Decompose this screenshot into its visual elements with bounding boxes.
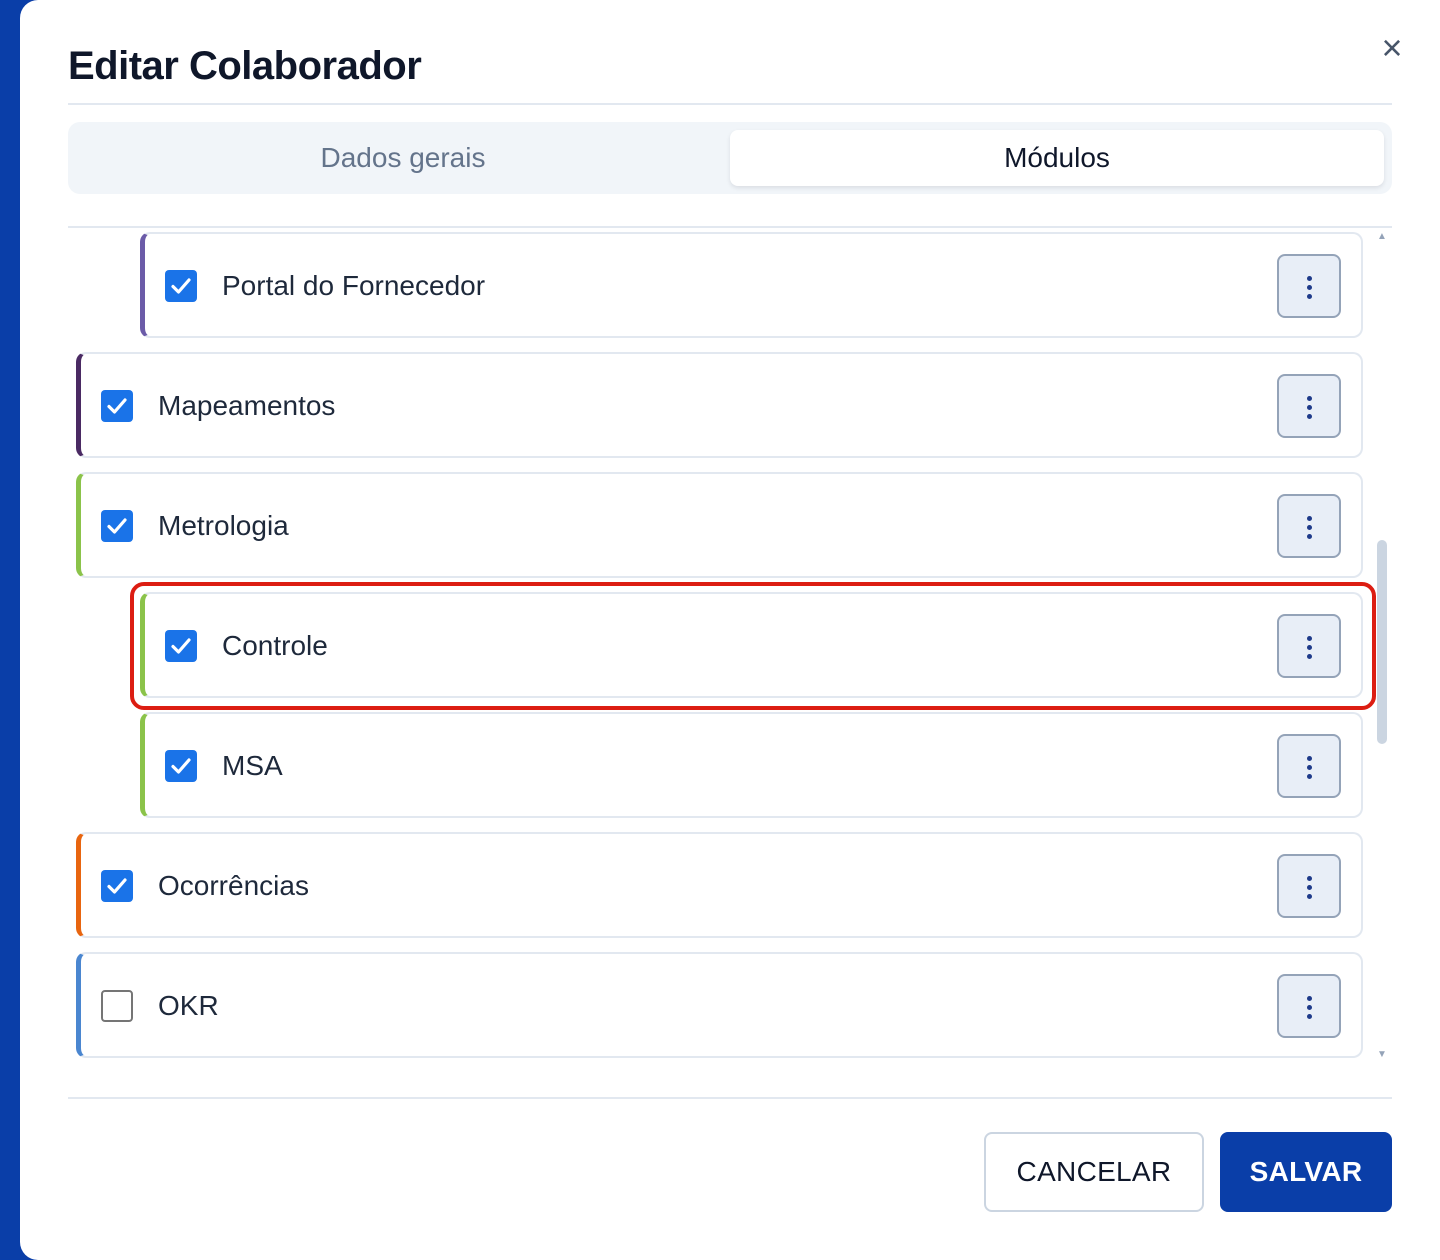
kebab-dot-icon [1307,414,1312,419]
kebab-dot-icon [1307,645,1312,650]
more-options-button[interactable] [1277,614,1341,678]
module-checkbox[interactable] [165,270,197,302]
kebab-dot-icon [1307,876,1312,881]
kebab-dot-icon [1307,1014,1312,1019]
checkmark-icon [171,278,191,294]
kebab-dot-icon [1307,654,1312,659]
tab-dados-gerais[interactable]: Dados gerais [76,130,730,186]
kebab-dot-icon [1307,396,1312,401]
more-options-button[interactable] [1277,494,1341,558]
kebab-dot-icon [1307,285,1312,290]
tab-bar: Dados gerais Módulos [68,122,1392,194]
module-label: OKR [158,990,219,1021]
kebab-dot-icon [1307,996,1312,1001]
footer-divider [68,1097,1392,1099]
kebab-dot-icon [1307,774,1312,779]
kebab-dot-icon [1307,894,1312,899]
checkmark-icon [107,878,127,894]
kebab-dot-icon [1307,765,1312,770]
more-options-button[interactable] [1277,734,1341,798]
checkmark-icon [107,398,127,414]
module-row: Controle [140,592,1363,698]
kebab-dot-icon [1307,405,1312,410]
module-row: Metrologia [76,472,1363,578]
kebab-dot-icon [1307,885,1312,890]
save-button[interactable]: SALVAR [1220,1132,1392,1212]
module-label: Ocorrências [158,870,309,901]
module-checkbox[interactable] [101,870,133,902]
module-label: Portal do Fornecedor [222,270,486,301]
module-label: MSA [222,750,283,781]
kebab-dot-icon [1307,1005,1312,1010]
module-checkbox[interactable] [101,510,133,542]
cancel-button[interactable]: CANCELAR [984,1132,1204,1212]
kebab-dot-icon [1307,294,1312,299]
more-options-button[interactable] [1277,254,1341,318]
more-options-button[interactable] [1277,974,1341,1038]
module-checkbox[interactable] [165,750,197,782]
scrollbar-thumb[interactable] [1377,540,1387,744]
module-label: Controle [222,630,328,661]
module-checkbox[interactable] [101,990,133,1022]
module-checkbox[interactable] [101,390,133,422]
checkmark-icon [171,638,191,654]
close-icon[interactable]: × [1376,30,1408,66]
checkmark-icon [171,758,191,774]
header-divider [68,103,1392,105]
module-label: Mapeamentos [158,390,336,421]
module-row: MSA [140,712,1363,818]
scroll-up-arrow-icon[interactable]: ▲ [1376,232,1388,242]
edit-collaborator-dialog: Editar Colaborador × Dados gerais Módulo… [20,0,1440,1260]
kebab-dot-icon [1307,516,1312,521]
kebab-dot-icon [1307,756,1312,761]
kebab-dot-icon [1307,534,1312,539]
more-options-button[interactable] [1277,374,1341,438]
scroll-down-arrow-icon[interactable]: ▼ [1376,1050,1388,1060]
module-list: Portal do Fornecedor Mapeamentos Metrologi… [68,228,1392,1062]
kebab-dot-icon [1307,276,1312,281]
tab-modulos[interactable]: Módulos [730,130,1384,186]
checkmark-icon [107,518,127,534]
module-row: OKR [76,952,1363,1058]
module-row: Portal do Fornecedor [140,232,1363,338]
module-row: Ocorrências [76,832,1363,938]
module-row: Mapeamentos [76,352,1363,458]
module-label: Metrologia [158,510,289,541]
kebab-dot-icon [1307,525,1312,530]
kebab-dot-icon [1307,636,1312,641]
module-checkbox[interactable] [165,630,197,662]
dialog-title: Editar Colaborador [68,44,422,88]
more-options-button[interactable] [1277,854,1341,918]
